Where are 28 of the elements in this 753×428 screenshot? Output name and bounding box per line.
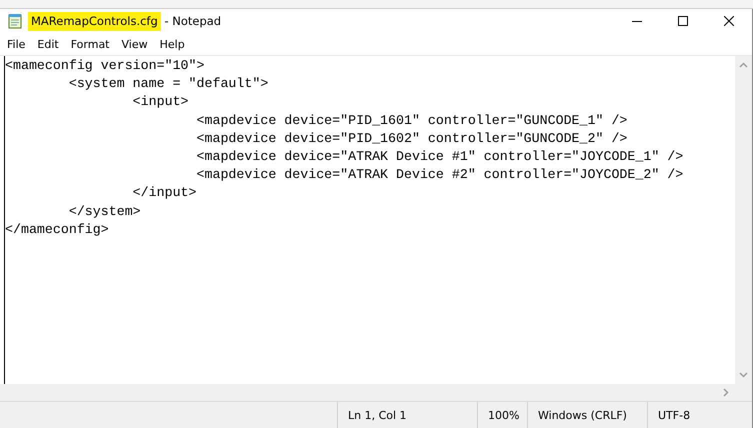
window-title: MARemapControls.cfg - Notepad [28,14,222,28]
code-line: <input> [132,93,189,112]
menu-item[interactable]: View [116,36,154,52]
close-icon [724,16,734,26]
status-text: Windows (CRLF) [527,402,647,428]
code-line: <mameconfig version="10"> [5,57,204,75]
code-line: <mapdevice device="PID_1602" controller="GUNCODE_2" /> [196,130,628,148]
horizontal-scrollbar[interactable] [0,384,735,401]
menu-item[interactable]: File [1,36,32,52]
menu-item[interactable]: Format [64,36,116,52]
code-line: </system> [68,202,141,221]
scroll-down-icon[interactable] [739,372,748,378]
scroll-up-icon[interactable] [739,62,748,68]
code-line: <system name = "default"> [68,75,268,94]
maximize-icon [678,16,688,26]
status-text: Ln 1, Col 1 [337,402,477,428]
code-line: <mapdevice device="ATRAK Device #2" controller="JOYCODE_2" /> [196,166,684,184]
vertical-scrollbar[interactable] [735,56,752,384]
scroll-right-icon[interactable] [723,388,729,397]
code-line: </mameconfig> [5,220,109,239]
notepad-icon [8,13,22,29]
menu-item[interactable]: Edit [31,36,65,52]
code-line: <mapdevice device="ATRAK Device #1" controller="JOYCODE_1" /> [196,148,684,166]
code-line: <mapdevice device="PID_1601" controller="GUNCODE_1" /> [196,112,628,130]
status-text: UTF-8 [647,402,752,428]
code-line: </input> [132,184,197,202]
status-text: 100% [477,402,527,428]
menu-item[interactable]: Help [154,36,191,52]
